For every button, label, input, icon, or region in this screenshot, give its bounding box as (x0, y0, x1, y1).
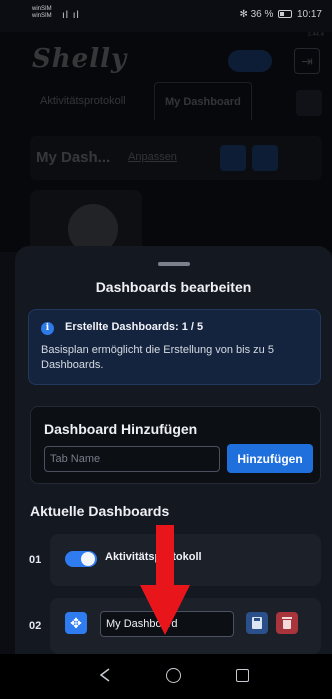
add-dashboard-title: Dashboard Hinzufügen (44, 421, 198, 437)
backdrop[interactable] (0, 32, 332, 252)
trash-icon[interactable] (276, 612, 298, 634)
carrier-label: winSIM winSIM (32, 6, 52, 20)
home-icon[interactable] (166, 668, 181, 683)
carrier-1: winSIM (32, 6, 52, 12)
navigation-bar (0, 654, 332, 699)
back-icon[interactable] (98, 668, 112, 682)
add-button[interactable]: Hinzufügen (227, 444, 313, 473)
tab-name-input[interactable] (44, 446, 220, 472)
save-icon[interactable] (246, 612, 268, 634)
status-bar: winSIM winSIM ıl ıl ✻ 36 % 10:17 (0, 0, 332, 32)
annotation-arrow-icon (140, 525, 190, 635)
current-dashboards-title: Aktuelle Dashboards (30, 503, 170, 519)
recent-apps-icon[interactable] (236, 669, 249, 682)
arrow-shaft (156, 525, 174, 587)
carrier-2: winSIM (32, 13, 52, 19)
info-icon: i (41, 322, 54, 335)
info-box: i Erstellte Dashboards: 1 / 5 Basisplan … (28, 309, 321, 385)
toggle-knob (81, 552, 95, 566)
clock: 10:17 (296, 9, 322, 20)
status-right: ✻ 36 % 10:17 (239, 9, 322, 20)
info-text: Basisplan ermöglicht die Erstellung von … (41, 344, 274, 371)
drag-handle[interactable] (158, 262, 190, 266)
battery-percent: ✻ 36 % (239, 9, 274, 20)
battery-icon (278, 10, 293, 18)
row-number-01: 01 (29, 554, 42, 566)
visibility-toggle[interactable] (65, 551, 97, 567)
move-icon[interactable]: ✥ (65, 612, 87, 634)
row-number-02: 02 (29, 620, 42, 632)
sheet-title: Dashboards bearbeiten (95, 279, 252, 295)
add-dashboard-panel: Dashboard Hinzufügen Hinzufügen (30, 406, 321, 484)
info-heading: Erstellte Dashboards: 1 / 5 (65, 321, 204, 333)
arrow-head (140, 585, 190, 635)
trash-can (283, 620, 291, 629)
signal-icon: ıl ıl (62, 10, 80, 21)
trash-lid (282, 617, 292, 619)
